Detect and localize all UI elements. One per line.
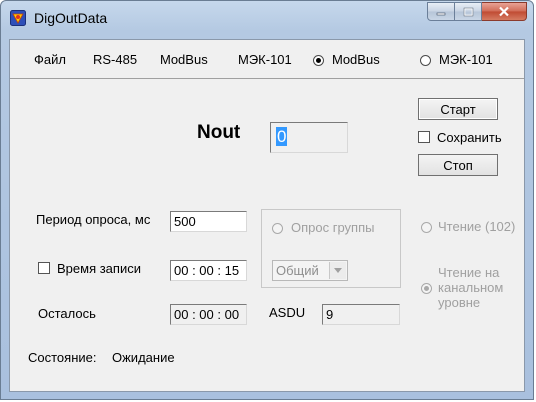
mode-modbus-label[interactable]: ModBus: [332, 52, 380, 67]
minimize-button[interactable]: [427, 2, 455, 21]
read-102-label[interactable]: Чтение (102): [438, 219, 515, 234]
menu-file[interactable]: Файл: [34, 52, 66, 67]
save-checkbox-label[interactable]: Сохранить: [437, 130, 502, 145]
channel-read-label-2[interactable]: канальном: [438, 280, 503, 295]
group-poll-radio[interactable]: [272, 223, 283, 234]
client-area: Файл RS-485 ModBus МЭК-101 ModBus МЭК-10…: [9, 39, 525, 392]
remaining-label: Осталось: [38, 306, 96, 321]
mode-iec101-label[interactable]: МЭК-101: [439, 52, 493, 67]
channel-read-label-3[interactable]: уровне: [438, 295, 480, 310]
window-title: DigOutData: [34, 10, 108, 26]
save-checkbox[interactable]: [418, 131, 430, 143]
group-poll-box: Опрос группы Общий: [261, 209, 401, 288]
title-bar[interactable]: DigOutData: [1, 1, 533, 35]
group-combo[interactable]: Общий: [272, 260, 348, 281]
record-time-label[interactable]: Время записи: [57, 261, 141, 276]
maximize-icon: [463, 7, 473, 16]
mode-iec101-radio[interactable]: [420, 55, 431, 66]
record-time-input[interactable]: 00 : 00 : 15: [170, 260, 247, 281]
asdu-field[interactable]: 9: [322, 304, 400, 325]
read-102-radio[interactable]: [421, 222, 432, 233]
stop-button[interactable]: Стоп: [418, 154, 498, 176]
nout-value: 0: [276, 127, 288, 146]
combo-arrow-button[interactable]: [329, 262, 346, 279]
status-value: Ожидание: [112, 350, 175, 365]
start-button[interactable]: Старт: [418, 98, 498, 120]
menu-iec101[interactable]: МЭК-101: [238, 52, 292, 67]
close-button[interactable]: [482, 2, 527, 21]
remaining-field: 00 : 00 : 00: [170, 304, 247, 325]
minimize-icon: [436, 12, 446, 15]
channel-read-radio[interactable]: [421, 283, 432, 294]
menu-rs485[interactable]: RS-485: [93, 52, 137, 67]
close-icon: [499, 6, 509, 17]
record-time-checkbox[interactable]: [38, 262, 50, 274]
nout-field[interactable]: 0: [270, 122, 348, 153]
mode-modbus-radio[interactable]: [313, 55, 324, 66]
poll-period-label: Период опроса, мс: [36, 212, 151, 227]
status-label: Состояние:: [28, 350, 97, 365]
nout-label: Nout: [197, 122, 241, 143]
app-icon: [10, 10, 26, 26]
menu-modbus[interactable]: ModBus: [160, 52, 208, 67]
asdu-label: ASDU: [269, 305, 306, 320]
maximize-button[interactable]: [455, 2, 482, 21]
menu-bar: Файл RS-485 ModBus МЭК-101 ModBus МЭК-10…: [10, 40, 524, 79]
channel-read-label-1[interactable]: Чтение на: [438, 265, 499, 280]
group-poll-label[interactable]: Опрос группы: [291, 220, 374, 235]
app-window: DigOutData Файл RS-485 ModBus МЭК-101 Mo…: [0, 0, 534, 400]
group-combo-value: Общий: [276, 263, 319, 278]
poll-period-input[interactable]: 500: [170, 211, 247, 232]
chevron-down-icon: [334, 268, 342, 273]
caption-buttons: [427, 2, 527, 22]
